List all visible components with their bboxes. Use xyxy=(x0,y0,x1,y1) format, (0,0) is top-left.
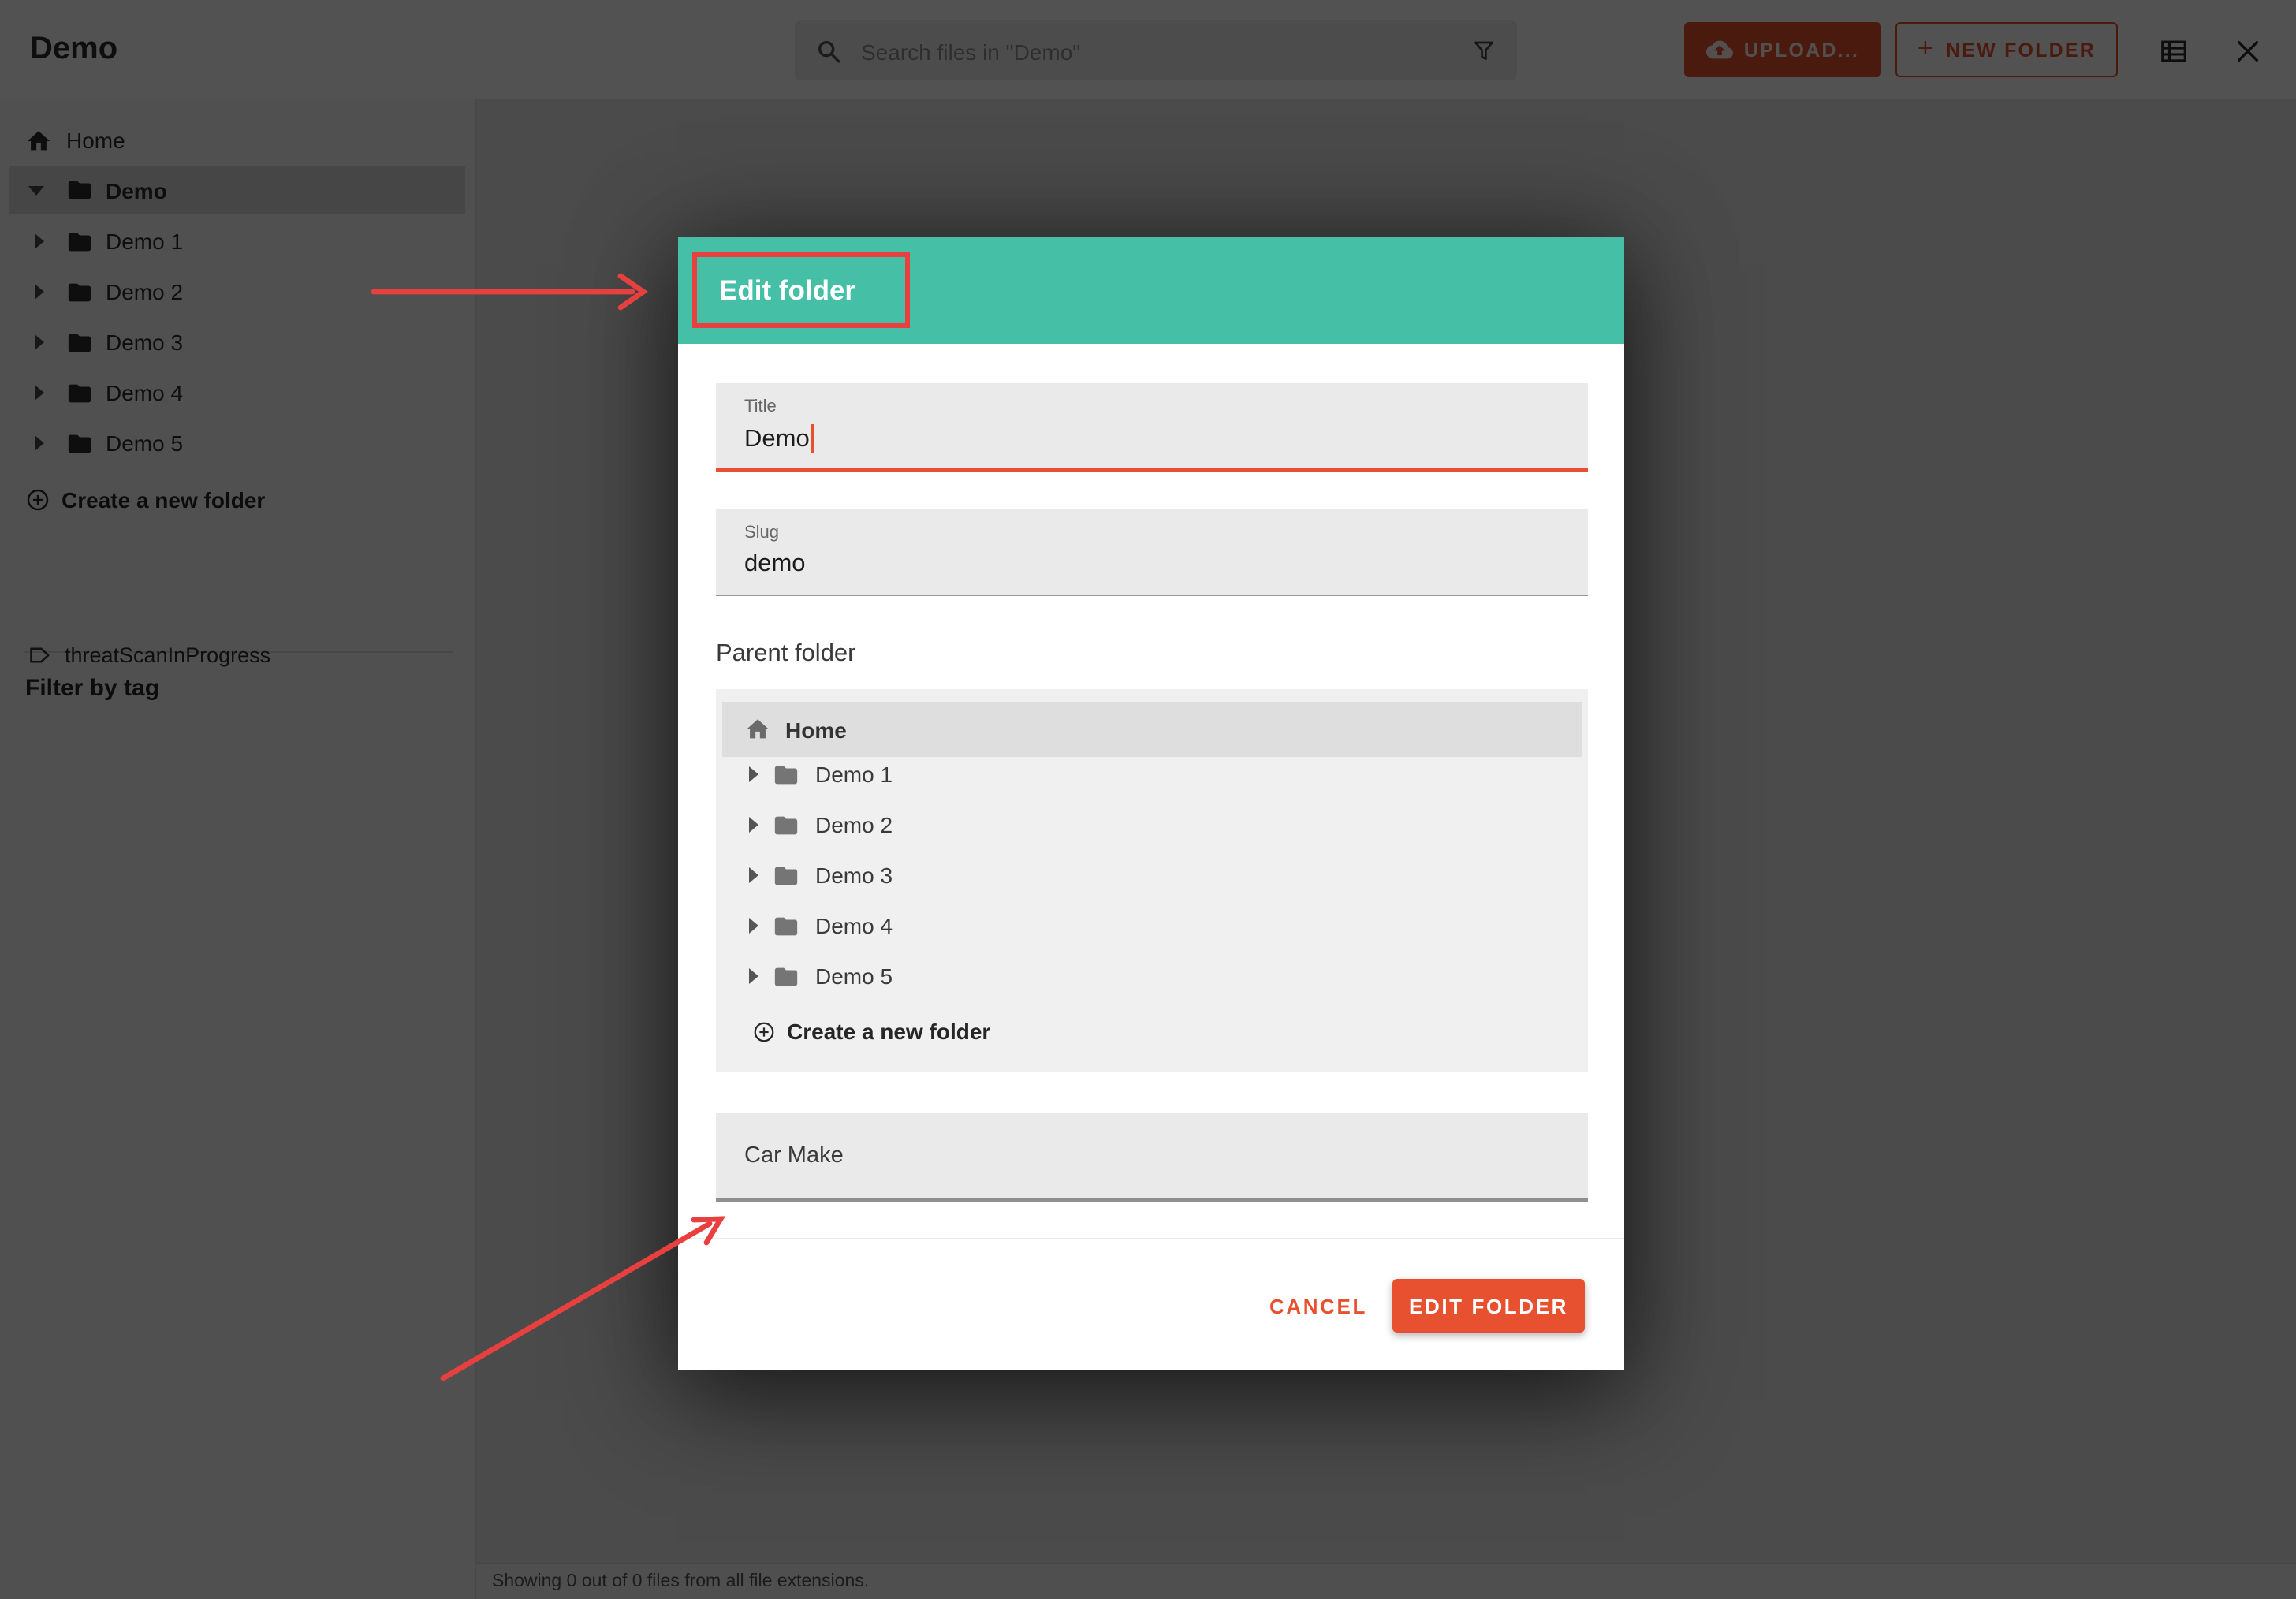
tree-create-new-folder-link[interactable]: Create a new folder xyxy=(716,1006,1588,1057)
folder-icon xyxy=(773,912,800,939)
tree-item-demo-4[interactable]: Demo 4 xyxy=(716,900,1588,951)
parent-folder-heading: Parent folder xyxy=(716,640,856,669)
circle-plus-icon xyxy=(752,1019,776,1043)
tree-item-label: Demo 5 xyxy=(815,964,893,989)
tree-item-demo-2[interactable]: Demo 2 xyxy=(716,800,1588,850)
tree-item-demo-5[interactable]: Demo 5 xyxy=(716,951,1588,1001)
folder-icon xyxy=(773,963,800,990)
edit-folder-dialog: Edit folder Title Demo Slug demo Parent … xyxy=(678,237,1624,1370)
dialog-header: Edit folder xyxy=(678,237,1624,344)
tree-item-label: Demo 4 xyxy=(815,913,893,938)
tree-item-demo-1[interactable]: Demo 1 xyxy=(716,749,1588,800)
chevron-right-icon[interactable] xyxy=(749,817,758,833)
title-field-value: Demo xyxy=(744,424,814,454)
tree-home-label: Home xyxy=(785,717,847,742)
tree-create-new-folder-label: Create a new folder xyxy=(787,1019,990,1044)
tree-item-label: Demo 1 xyxy=(815,762,893,787)
tree-item-demo-3[interactable]: Demo 3 xyxy=(716,850,1588,900)
cancel-button[interactable]: CANCEL xyxy=(1250,1279,1386,1332)
folder-icon xyxy=(773,811,800,838)
folder-icon xyxy=(773,862,800,889)
slug-field-value: demo xyxy=(744,550,806,579)
home-icon xyxy=(744,716,771,743)
app-root: Demo UPLOAD... + NEW FOLDER xyxy=(0,0,2296,1599)
footer-divider xyxy=(678,1238,1624,1239)
edit-folder-submit-button[interactable]: EDIT FOLDER xyxy=(1392,1279,1585,1332)
car-make-field[interactable]: Car Make xyxy=(716,1113,1588,1202)
text-cursor xyxy=(811,424,814,453)
annotation-highlight-box xyxy=(692,252,910,328)
car-make-field-label: Car Make xyxy=(744,1113,844,1198)
chevron-right-icon[interactable] xyxy=(749,867,758,883)
chevron-right-icon[interactable] xyxy=(749,918,758,934)
slug-field[interactable]: Slug demo xyxy=(716,509,1588,596)
slug-field-label: Slug xyxy=(744,524,779,542)
tree-item-label: Demo 3 xyxy=(815,863,893,888)
folder-icon xyxy=(773,761,800,788)
chevron-right-icon[interactable] xyxy=(749,968,758,984)
chevron-right-icon[interactable] xyxy=(749,766,758,782)
parent-folder-tree: Home Demo 1 Demo 2 Demo 3 Demo 4 xyxy=(716,689,1588,1072)
title-field[interactable]: Title Demo xyxy=(716,383,1588,472)
tree-item-label: Demo 2 xyxy=(815,812,893,837)
title-field-label: Title xyxy=(744,397,777,416)
